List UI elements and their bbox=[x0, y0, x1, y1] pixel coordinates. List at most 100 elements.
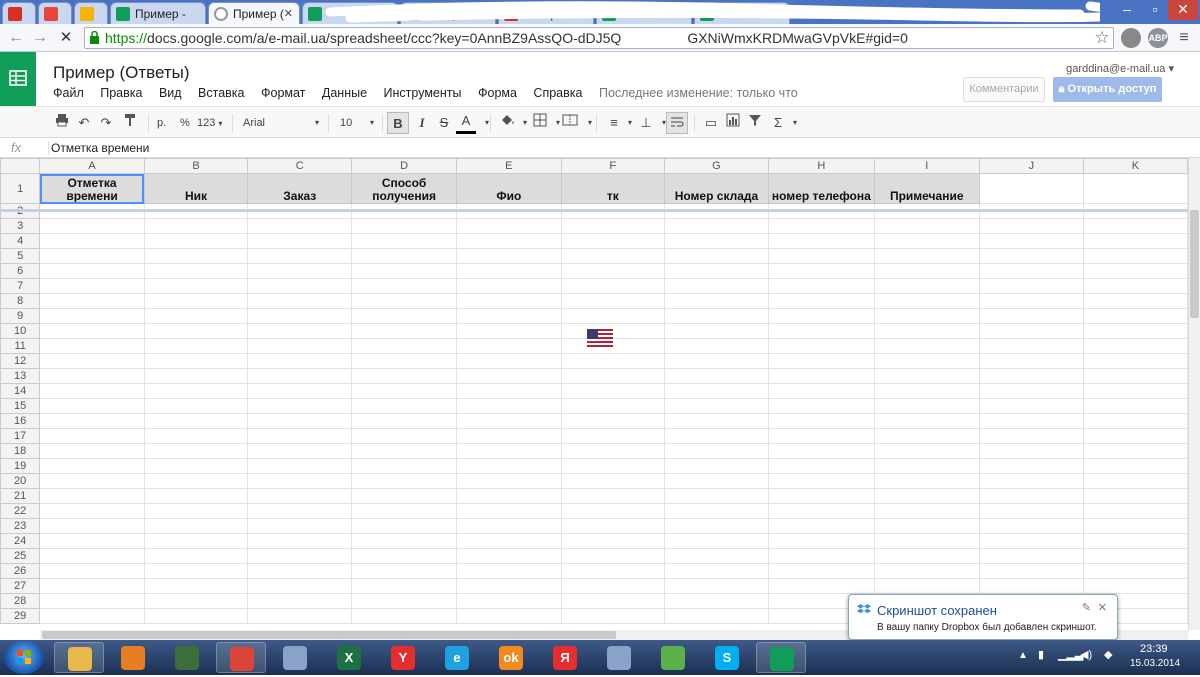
row-header[interactable]: 21 bbox=[0, 488, 41, 504]
taskbar-app-chrome[interactable] bbox=[216, 642, 266, 673]
insert-chart-icon[interactable] bbox=[723, 112, 743, 134]
cell[interactable] bbox=[560, 593, 665, 609]
row-header[interactable]: 23 bbox=[0, 518, 41, 534]
cell[interactable] bbox=[768, 368, 875, 384]
cell[interactable] bbox=[663, 413, 770, 429]
close-icon[interactable]: ✕ bbox=[1098, 601, 1107, 614]
cell[interactable] bbox=[873, 533, 980, 549]
cell[interactable] bbox=[456, 353, 562, 369]
cell[interactable] bbox=[351, 608, 458, 624]
cell[interactable] bbox=[247, 398, 353, 414]
cell[interactable] bbox=[978, 263, 1084, 279]
tray-app-icon[interactable]: ▮ bbox=[1038, 648, 1044, 661]
cell[interactable] bbox=[456, 338, 562, 354]
cell[interactable] bbox=[247, 278, 353, 294]
cell[interactable] bbox=[873, 488, 980, 504]
cell[interactable] bbox=[873, 503, 980, 519]
cell[interactable] bbox=[39, 518, 145, 534]
cell[interactable] bbox=[39, 338, 145, 354]
cell[interactable] bbox=[39, 308, 145, 324]
cell[interactable] bbox=[351, 563, 458, 579]
cell[interactable] bbox=[1082, 293, 1188, 309]
cell[interactable] bbox=[143, 488, 249, 504]
cell[interactable] bbox=[39, 458, 145, 474]
tab-aliexpress-1[interactable]: AliExpress bbox=[400, 2, 496, 24]
cell[interactable] bbox=[247, 533, 353, 549]
cell[interactable] bbox=[39, 233, 145, 249]
bold-button[interactable]: B bbox=[387, 112, 409, 134]
taskbar-app-terminal[interactable] bbox=[162, 642, 212, 673]
cell[interactable] bbox=[351, 218, 458, 234]
cell[interactable] bbox=[560, 428, 665, 444]
cell[interactable] bbox=[663, 443, 770, 459]
cell[interactable] bbox=[39, 608, 145, 624]
clock-date[interactable]: 15.03.2014 bbox=[1130, 658, 1180, 669]
cell[interactable] bbox=[247, 218, 353, 234]
cell[interactable] bbox=[456, 593, 562, 609]
cell[interactable] bbox=[456, 293, 562, 309]
cell[interactable] bbox=[978, 338, 1084, 354]
cell[interactable] bbox=[456, 563, 562, 579]
cell[interactable] bbox=[351, 293, 458, 309]
column-header-e[interactable]: E bbox=[456, 158, 562, 174]
cell[interactable] bbox=[39, 563, 145, 579]
taskbar-app-launcher[interactable] bbox=[648, 642, 698, 673]
cell[interactable] bbox=[873, 233, 980, 249]
cell[interactable] bbox=[663, 248, 770, 264]
cell[interactable] bbox=[1082, 533, 1188, 549]
tab-aliexpress-2[interactable]: AliExpress bbox=[498, 2, 594, 24]
cell[interactable] bbox=[768, 338, 875, 354]
column-header-k[interactable]: K bbox=[1082, 158, 1188, 174]
cell[interactable] bbox=[143, 218, 249, 234]
cell[interactable] bbox=[143, 428, 249, 444]
cell[interactable] bbox=[873, 578, 980, 594]
cell[interactable] bbox=[247, 248, 353, 264]
cell[interactable] bbox=[143, 278, 249, 294]
column-header-b[interactable]: B bbox=[143, 158, 249, 174]
italic-button[interactable]: I bbox=[412, 112, 432, 134]
menu-insert[interactable]: Вставка bbox=[198, 86, 244, 100]
row-header[interactable]: 13 bbox=[0, 368, 41, 384]
cell[interactable] bbox=[247, 428, 353, 444]
row-header[interactable]: 29 bbox=[0, 608, 41, 624]
maximize-icon[interactable]: ▫ bbox=[1140, 0, 1170, 20]
stop-loading-icon[interactable]: ✕ bbox=[56, 28, 76, 48]
column-header-h[interactable]: H bbox=[768, 158, 875, 174]
column-header-j[interactable]: J bbox=[978, 158, 1084, 174]
cell[interactable] bbox=[143, 353, 249, 369]
adblock-icon[interactable]: ABP bbox=[1148, 28, 1168, 48]
cell[interactable] bbox=[560, 233, 665, 249]
cell[interactable] bbox=[247, 338, 353, 354]
cell[interactable] bbox=[1082, 233, 1188, 249]
cell[interactable] bbox=[873, 293, 980, 309]
cell[interactable] bbox=[143, 503, 249, 519]
cell[interactable] bbox=[873, 398, 980, 414]
cell[interactable] bbox=[663, 308, 770, 324]
cell[interactable] bbox=[1082, 428, 1188, 444]
cell[interactable] bbox=[456, 413, 562, 429]
taskbar-app-yandex[interactable]: Я bbox=[540, 642, 590, 673]
cell[interactable] bbox=[456, 548, 562, 564]
cell[interactable] bbox=[560, 308, 665, 324]
extension-icon[interactable] bbox=[1121, 28, 1141, 48]
cell[interactable] bbox=[247, 368, 353, 384]
cell[interactable] bbox=[143, 308, 249, 324]
cell[interactable] bbox=[247, 563, 353, 579]
cell[interactable] bbox=[39, 383, 145, 399]
address-bar[interactable]: https://docs.google.com/a/e-mail.ua/spre… bbox=[84, 27, 1114, 49]
cell[interactable] bbox=[768, 218, 875, 234]
cell[interactable] bbox=[143, 233, 249, 249]
cell[interactable] bbox=[456, 218, 562, 234]
cell[interactable] bbox=[351, 503, 458, 519]
row-header[interactable]: 6 bbox=[0, 263, 41, 279]
cell[interactable] bbox=[978, 563, 1084, 579]
cell[interactable] bbox=[1082, 563, 1188, 579]
menu-format[interactable]: Формат bbox=[261, 86, 305, 100]
cell[interactable] bbox=[978, 488, 1084, 504]
cell[interactable] bbox=[768, 563, 875, 579]
row-header[interactable]: 19 bbox=[0, 458, 41, 474]
cell[interactable] bbox=[978, 173, 1084, 204]
header-cell[interactable]: тк bbox=[560, 173, 665, 204]
cell[interactable] bbox=[247, 323, 353, 339]
redo-icon[interactable]: ↷ bbox=[96, 112, 116, 134]
